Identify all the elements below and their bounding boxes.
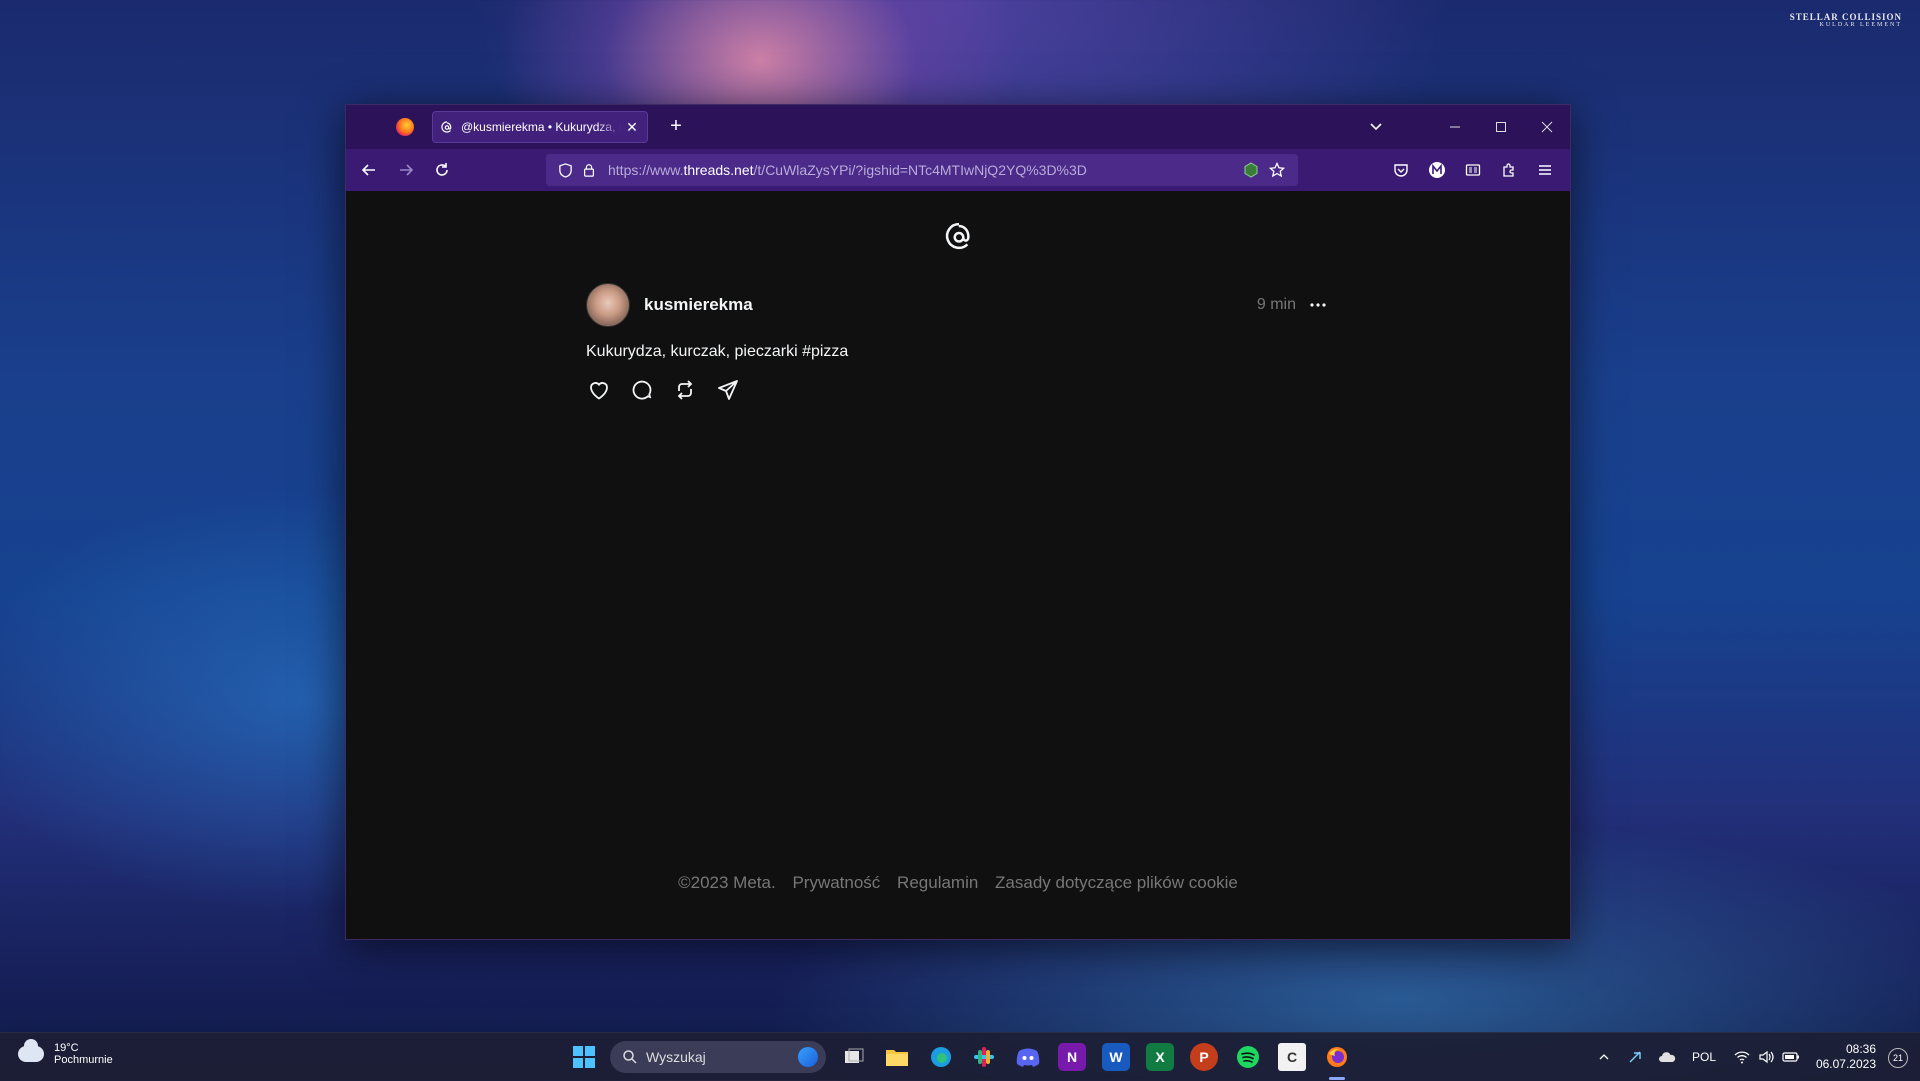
repost-icon[interactable] [672,377,698,403]
tab-title: @kusmierekma • Kukurydza, kurczak, piecz… [461,120,621,134]
show-hidden-icons-chevron-icon[interactable] [1598,1051,1610,1063]
taskbar: 19°C Pochmurnie Wyszukaj N W X P C POL 0… [0,1032,1920,1081]
extensions-puzzle-icon[interactable] [1497,158,1521,182]
system-tray: POL [1598,1033,1800,1081]
footer-copyright: ©2023 Meta. [678,873,776,892]
post-time[interactable]: 9 min [1257,296,1296,314]
back-arrow-icon[interactable] [357,158,381,182]
language-indicator[interactable]: POL [1692,1050,1716,1064]
firefox-taskbar-icon[interactable] [1323,1043,1351,1071]
reload-icon[interactable] [430,158,454,182]
network-settings-icon[interactable] [1628,1050,1642,1064]
wallpaper-author: KULDAR LEEMENT [1819,22,1902,28]
clock[interactable]: 08:36 06.07.2023 [1816,1042,1876,1072]
comment-bubble-icon[interactable] [629,377,655,403]
maximize-icon[interactable] [1479,113,1523,141]
excel-icon[interactable]: X [1146,1043,1174,1071]
onedrive-cloud-icon[interactable] [1658,1051,1676,1063]
wifi-icon[interactable] [1734,1050,1750,1064]
spotify-icon[interactable] [1234,1043,1262,1071]
weather-temp: 19°C [54,1042,79,1054]
url-text[interactable]: https://www.threads.net/t/CuWlaZysYPi/?i… [608,162,1087,178]
bookmark-star-icon[interactable] [1268,161,1286,179]
footer-terms-link[interactable]: Regulamin [897,873,978,892]
browser-window: @kusmierekma • Kukurydza, kurczak, piecz… [345,104,1571,940]
minimize-icon[interactable] [1433,113,1477,141]
search-icon [623,1050,637,1064]
share-send-icon[interactable] [715,377,741,403]
navigation-toolbar: https://www.threads.net/t/CuWlaZysYPi/?i… [346,149,1570,191]
pocket-icon[interactable] [1389,158,1413,182]
clock-date: 06.07.2023 [1815,1057,1876,1071]
weather-widget[interactable]: 19°C Pochmurnie [18,1039,113,1066]
edge-browser-icon[interactable] [927,1043,955,1071]
battery-icon[interactable] [1782,1051,1800,1063]
threads-favicon-icon [441,121,453,133]
word-icon[interactable]: W [1102,1043,1130,1071]
page-footer: ©2023 Meta. Prywatność Regulamin Zasady … [346,873,1570,893]
threads-page: kusmierekma 9 min Kukurydza, kurczak, pi… [346,191,1570,939]
footer-privacy-link[interactable]: Prywatność [792,873,880,892]
like-heart-icon[interactable] [586,377,612,403]
clock-time: 08:36 [1845,1042,1876,1056]
discord-icon[interactable] [1014,1043,1042,1071]
new-tab-button[interactable]: + [664,115,688,138]
notification-count-badge[interactable]: 21 [1888,1048,1908,1068]
taskbar-search-input[interactable]: Wyszukaj [610,1041,826,1073]
more-options-icon[interactable] [1308,295,1328,315]
user-avatar[interactable] [586,283,630,327]
task-view-icon[interactable] [840,1043,868,1071]
list-all-tabs-icon[interactable] [1368,118,1384,139]
file-explorer-icon[interactable] [883,1043,911,1071]
tab-bar: @kusmierekma • Kukurydza, kurczak, piecz… [346,105,1570,149]
cursive-app-icon[interactable]: C [1278,1043,1306,1071]
wallpaper-title: STELLAR COLLISION [1789,12,1902,22]
forward-arrow-icon[interactable] [394,158,418,182]
url-domain: threads.net [683,162,754,178]
url-path: /t/CuWlaZysYPi/?igshid=NTc4MTIwNjQ2YQ%3D… [753,162,1087,178]
threads-logo-icon[interactable] [944,221,974,251]
window-close-icon[interactable] [1525,113,1569,141]
cloud-icon [18,1039,44,1062]
firefox-icon[interactable] [396,118,414,136]
post-actions [586,377,741,403]
powerpoint-icon[interactable]: P [1190,1043,1218,1071]
lock-icon[interactable] [580,161,598,179]
post-username[interactable]: kusmierekma [644,295,753,315]
tab-close-icon[interactable]: ✕ [625,119,639,136]
bing-icon[interactable] [798,1047,818,1067]
post-text: Kukurydza, kurczak, pieczarki #pizza [586,343,849,360]
wallpaper-credit: STELLAR COLLISION KULDAR LEEMENT [1790,12,1902,28]
hamburger-menu-icon[interactable] [1533,158,1557,182]
onenote-icon[interactable]: N [1058,1043,1086,1071]
weather-condition: Pochmurnie [54,1054,113,1066]
account-avatar-icon[interactable] [1425,158,1449,182]
volume-icon[interactable] [1758,1050,1774,1064]
address-bar[interactable]: https://www.threads.net/t/CuWlaZysYPi/?i… [546,154,1298,186]
tab-threads-post[interactable]: @kusmierekma • Kukurydza, kurczak, piecz… [432,111,648,143]
url-prefix: https://www. [608,162,684,178]
search-placeholder: Wyszukaj [646,1049,706,1065]
slack-icon[interactable] [970,1043,998,1071]
start-windows-icon[interactable] [570,1043,598,1071]
extension-badge-icon[interactable] [1242,161,1260,179]
footer-cookies-link[interactable]: Zasady dotyczące plików cookie [995,873,1238,892]
tracking-protection-shield-icon[interactable] [556,161,574,179]
reader-view-icon[interactable] [1461,158,1485,182]
